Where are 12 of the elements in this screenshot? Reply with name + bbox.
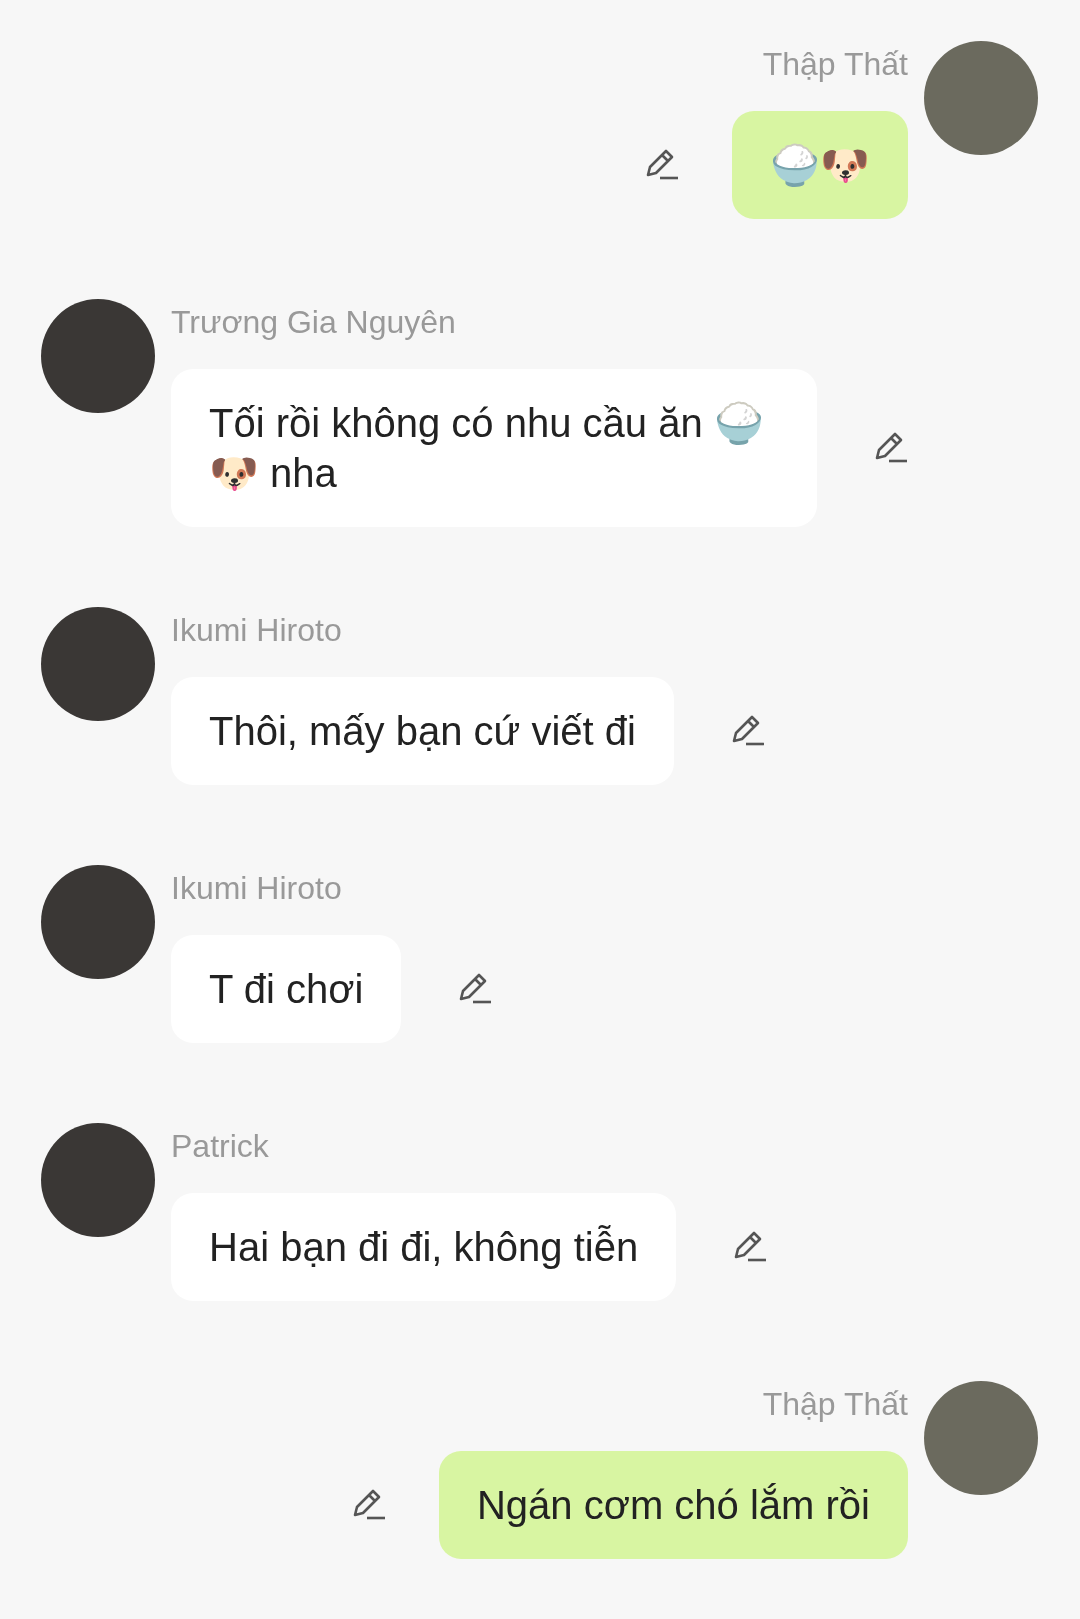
sender-name: Thập Thất [762, 45, 908, 84]
sender-name: Thập Thất [762, 1385, 908, 1424]
sender-name: Ikumi Hiroto [171, 869, 343, 908]
message-bubble: Thôi, mấy bạn cứ viết đi [171, 677, 674, 785]
message-bubble: Tối rồi không có nhu cầu ăn 🍚🐶 nha [171, 369, 817, 527]
sender-name: Patrick [171, 1127, 270, 1166]
message-bubble: Ngán cơm chó lắm rồi [438, 1451, 908, 1559]
message-bubble: 🍚🐶 [732, 111, 908, 219]
message-bubble: Hai bạn đi đi, không tiễn [171, 1193, 677, 1301]
sender-name: Trương Gia Nguyên [171, 303, 457, 342]
message-bubble: T đi chơi [171, 935, 402, 1043]
sender-name: Ikumi Hiroto [171, 611, 343, 650]
